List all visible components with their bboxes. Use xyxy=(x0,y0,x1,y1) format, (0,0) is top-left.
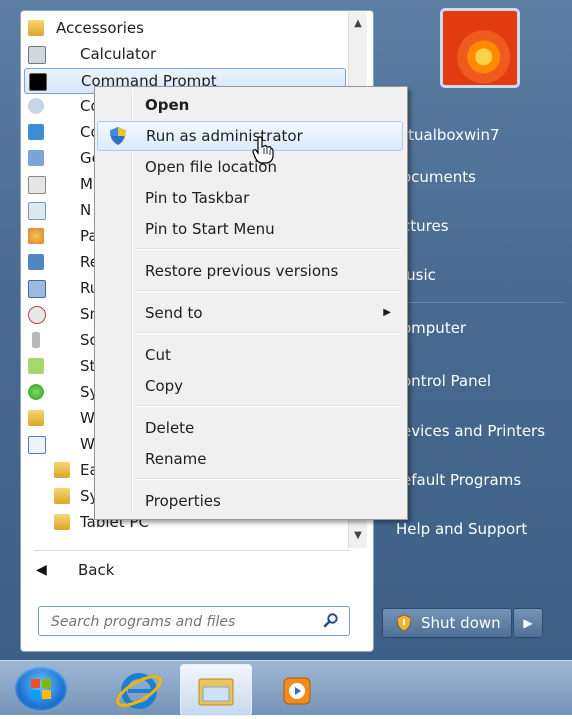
folder-icon xyxy=(198,678,234,706)
right-link-computer[interactable]: omputer xyxy=(402,315,572,341)
right-link-pictures[interactable]: ctures xyxy=(402,213,572,239)
user-picture[interactable] xyxy=(440,8,520,88)
right-link-music[interactable]: lusic xyxy=(402,262,572,288)
menu-item-label: Pin to Taskbar xyxy=(145,189,250,207)
menu-separator xyxy=(135,478,401,480)
divider xyxy=(396,302,564,303)
menu-item-label: Properties xyxy=(145,492,221,510)
folder-icon xyxy=(54,488,70,504)
menu-item-label: Pin to Start Menu xyxy=(145,220,275,238)
windows-explorer-icon xyxy=(28,410,44,426)
run-icon xyxy=(28,280,46,298)
menu-item-properties[interactable]: Properties xyxy=(97,487,403,515)
menu-item-pin-to-start-menu[interactable]: Pin to Start Menu xyxy=(97,215,403,243)
wordpad-icon xyxy=(28,436,46,454)
paint-icon xyxy=(28,228,44,244)
hand-cursor-icon xyxy=(252,136,274,164)
back-label: Back xyxy=(78,561,115,579)
shutdown-button[interactable]: Shut down xyxy=(382,608,512,638)
folder-icon xyxy=(54,462,70,478)
right-link-devices-and-printers[interactable]: evices and Printers xyxy=(402,418,572,444)
sticky-notes-icon xyxy=(28,358,44,374)
program-label: W xyxy=(80,435,95,453)
right-link-default-programs[interactable]: efault Programs xyxy=(402,467,572,493)
folder-icon xyxy=(28,20,44,36)
menu-item-pin-to-taskbar[interactable]: Pin to Taskbar xyxy=(97,184,403,212)
menu-item-open[interactable]: Open xyxy=(97,91,403,119)
menu-item-restore-previous-versions[interactable]: Restore previous versions xyxy=(97,257,403,285)
shutdown-label: Shut down xyxy=(421,614,501,632)
right-link-documents[interactable]: ocuments xyxy=(402,164,572,190)
back-button[interactable]: ◀ Back xyxy=(28,556,348,584)
windows-logo-icon xyxy=(31,679,51,699)
getting-started-icon xyxy=(28,150,44,166)
right-link-control-panel[interactable]: ontrol Panel xyxy=(402,368,572,394)
taskbar-internet-explorer[interactable] xyxy=(104,664,174,714)
shutdown-options-button[interactable]: ▶ xyxy=(513,608,543,638)
sync-center-icon xyxy=(28,384,44,400)
connect-icon xyxy=(28,98,44,114)
search-input[interactable] xyxy=(49,611,313,633)
menu-separator xyxy=(135,405,401,407)
submenu-arrow-icon: ▶ xyxy=(383,307,391,318)
menu-item-label: Open xyxy=(145,96,190,114)
folder-icon xyxy=(54,514,70,530)
taskbar-media-player[interactable] xyxy=(262,664,332,714)
search-box[interactable] xyxy=(38,606,350,636)
media-player-icon xyxy=(283,677,311,705)
computer-icon xyxy=(28,124,44,140)
menu-separator xyxy=(135,332,401,334)
menu-item-open-file-location[interactable]: Open file location xyxy=(97,153,403,181)
scroll-down-icon[interactable]: ▼ xyxy=(352,530,364,542)
menu-item-label: Restore previous versions xyxy=(145,262,339,280)
menu-item-label: Rename xyxy=(145,450,207,468)
snipping-tool-icon xyxy=(28,306,46,324)
menu-item-rename[interactable]: Rename xyxy=(97,445,403,473)
notepad-icon xyxy=(28,202,46,220)
right-link-help-and-support[interactable]: Help and Support xyxy=(396,516,566,542)
chevron-right-icon: ▶ xyxy=(523,616,533,630)
calculator-icon xyxy=(28,46,46,64)
uac-shield-icon xyxy=(110,127,126,145)
math-input-icon xyxy=(28,176,46,194)
sound-recorder-icon xyxy=(32,332,40,348)
program-label: M xyxy=(80,175,93,193)
menu-item-run-as-administrator[interactable]: Run as administrator xyxy=(97,121,403,151)
menu-item-cut[interactable]: Cut xyxy=(97,341,403,369)
menu-item-label: Copy xyxy=(145,377,184,395)
menu-item-copy[interactable]: Copy xyxy=(97,372,403,400)
program-item-calculator[interactable]: Calculator xyxy=(24,42,348,66)
menu-item-label: Delete xyxy=(145,419,195,437)
menu-separator xyxy=(135,248,401,250)
menu-item-label: Cut xyxy=(145,346,171,364)
command-prompt-icon xyxy=(29,73,47,91)
search-icon[interactable] xyxy=(323,612,339,628)
menu-separator xyxy=(135,290,401,292)
taskbar-windows-explorer[interactable] xyxy=(180,664,252,716)
menu-item-delete[interactable]: Delete xyxy=(97,414,403,442)
program-label: N xyxy=(80,201,92,219)
program-label: Calculator xyxy=(80,45,157,63)
back-arrow-icon: ◀ xyxy=(36,562,47,578)
program-label: W xyxy=(80,409,95,427)
shield-icon xyxy=(397,615,411,631)
right-link-user-folder[interactable]: rtualboxwin7 xyxy=(402,122,572,148)
remote-desktop-icon xyxy=(28,254,44,270)
internet-explorer-icon xyxy=(116,673,162,709)
program-label: Accessories xyxy=(56,19,144,37)
divider xyxy=(34,550,350,551)
menu-item-send-to[interactable]: Send to ▶ xyxy=(97,299,403,327)
menu-item-label: Run as administrator xyxy=(146,127,303,145)
context-menu: Open Run as administrator Open file loca… xyxy=(94,86,408,520)
program-item-accessories[interactable]: Accessories xyxy=(24,16,348,40)
start-button[interactable] xyxy=(14,666,68,712)
menu-item-label: Send to xyxy=(145,304,203,322)
scroll-up-icon[interactable]: ▲ xyxy=(352,18,364,30)
